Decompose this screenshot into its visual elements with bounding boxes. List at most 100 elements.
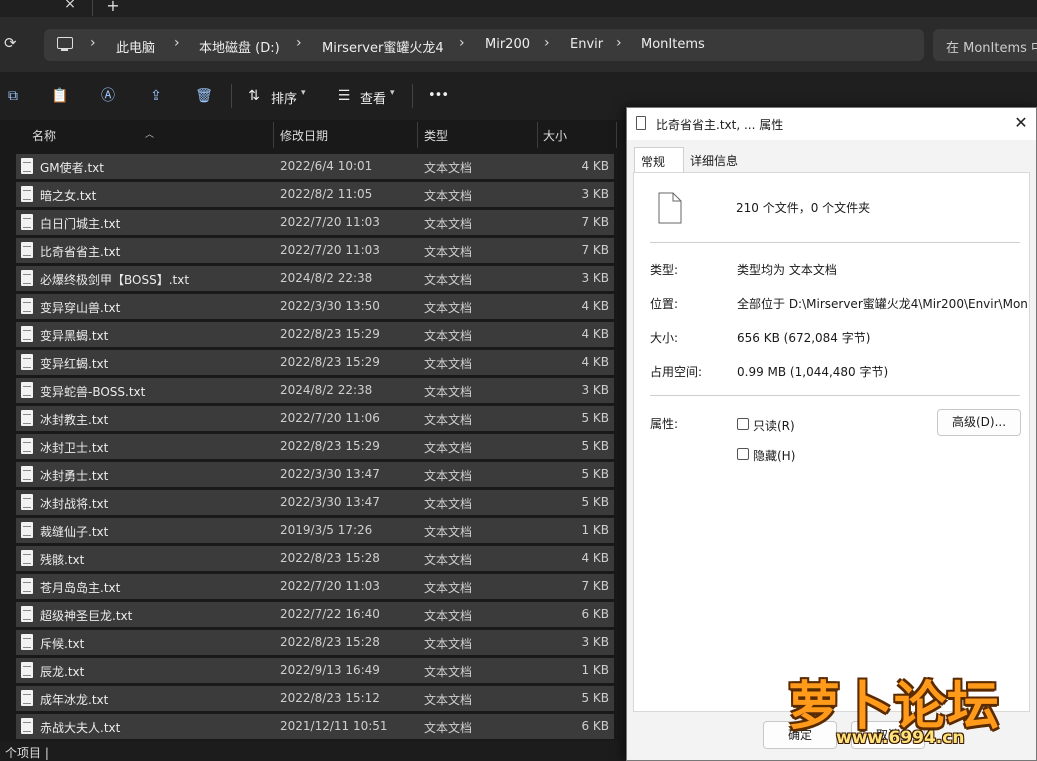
watermark-url: www.6994.cn [836, 728, 965, 748]
file-type: 文本文档 [424, 469, 473, 483]
file-row[interactable]: 冰封教主.txt 2022/7/20 11:06 文本文档 5 KB [16, 406, 614, 431]
file-row[interactable]: 赤战大夫人.txt 2021/12/11 10:51 文本文档 6 KB [16, 714, 614, 739]
chevron-right-icon[interactable]: › [616, 35, 622, 51]
file-date: 2021/12/11 10:51 [280, 719, 388, 733]
column-divider[interactable] [417, 122, 418, 148]
file-name: 苍月岛岛主.txt [40, 581, 121, 595]
file-row[interactable]: 冰封卫士.txt 2022/8/23 15:29 文本文档 5 KB [16, 434, 614, 459]
file-row[interactable]: 变异蛇兽-BOSS.txt 2024/8/2 22:38 文本文档 3 KB [16, 378, 614, 403]
file-row[interactable]: 冰封勇士.txt 2022/3/30 13:47 文本文档 5 KB [16, 462, 614, 487]
file-size: 3 KB [581, 271, 609, 285]
file-row[interactable]: 斥候.txt 2022/8/23 15:28 文本文档 3 KB [16, 630, 614, 655]
refresh-icon[interactable]: ⟳ [4, 34, 22, 54]
address-row: ⟳ › 此电脑 › 本地磁盘 (D:) › Mirserver蜜罐火龙4 › M… [0, 17, 1037, 72]
text-file-icon [21, 606, 33, 622]
column-header-type[interactable]: 类型 [424, 127, 448, 144]
chevron-right-icon[interactable]: › [459, 35, 465, 51]
file-row[interactable]: 暗之女.txt 2022/8/2 11:05 文本文档 3 KB [16, 182, 614, 207]
file-type: 文本文档 [424, 161, 473, 175]
file-row[interactable]: 成年冰龙.txt 2022/8/23 15:12 文本文档 5 KB [16, 686, 614, 711]
file-row[interactable]: 比奇省省主.txt 2022/7/20 11:03 文本文档 7 KB [16, 238, 614, 263]
file-row[interactable]: 超级神圣巨龙.txt 2022/7/22 16:40 文本文档 6 KB [16, 602, 614, 627]
file-size: 4 KB [581, 159, 609, 173]
sort-icon[interactable]: ⇅ [245, 87, 263, 105]
file-name: 白日门城主.txt [40, 217, 121, 231]
breadcrumb-this-pc[interactable]: 此电脑 [116, 37, 155, 56]
copy-icon[interactable]: ⧉ [4, 87, 22, 105]
chevron-right-icon[interactable]: › [174, 35, 180, 51]
tab-details[interactable]: 详细信息 [684, 147, 746, 173]
close-icon[interactable]: ✕ [1010, 112, 1032, 134]
column-divider[interactable] [537, 122, 538, 148]
file-name: 变异黑蝎.txt [40, 329, 109, 343]
chevron-right-icon[interactable]: › [90, 35, 96, 51]
dialog-titlebar[interactable]: 比奇省省主.txt, ... 属性 ✕ [627, 108, 1036, 140]
file-row[interactable]: 残骸.txt 2022/8/23 15:28 文本文档 4 KB [16, 546, 614, 571]
new-tab-icon[interactable]: + [104, 0, 122, 15]
file-row[interactable]: 变异黑蝎.txt 2022/8/23 15:29 文本文档 4 KB [16, 322, 614, 347]
text-file-icon [21, 690, 33, 706]
column-header-date[interactable]: 修改日期 [280, 127, 328, 144]
file-size: 3 KB [581, 383, 609, 397]
file-row[interactable]: 冰封战将.txt 2022/3/30 13:47 文本文档 5 KB [16, 490, 614, 515]
location-value: 全部位于 D:\Mirserver蜜罐火龙4\Mir200\Envir\MonI… [737, 297, 1027, 311]
paste-icon[interactable]: 📋 [51, 87, 69, 105]
hidden-label[interactable]: 隐藏(H) [753, 447, 795, 464]
delete-icon[interactable]: 🗑 [195, 87, 213, 105]
advanced-button[interactable]: 高级(D)... [937, 409, 1021, 436]
file-name: GM使者.txt [40, 161, 104, 175]
file-size: 1 KB [581, 523, 609, 537]
breadcrumb-envir[interactable]: Envir [570, 37, 603, 52]
file-row[interactable]: 白日门城主.txt 2022/7/20 11:03 文本文档 7 KB [16, 210, 614, 235]
breadcrumb-monitems[interactable]: MonItems [641, 37, 705, 52]
file-row[interactable]: 苍月岛岛主.txt 2022/7/20 11:03 文本文档 7 KB [16, 574, 614, 599]
hidden-checkbox[interactable] [737, 448, 749, 460]
close-tab-icon[interactable]: × [60, 0, 80, 14]
share-icon[interactable]: ⇪ [147, 87, 165, 105]
breadcrumb-drive-d[interactable]: 本地磁盘 (D:) [199, 37, 280, 56]
readonly-label[interactable]: 只读(R) [753, 417, 795, 434]
column-header-size[interactable]: 大小 [543, 127, 567, 144]
breadcrumb-mirserver[interactable]: Mirserver蜜罐火龙4 [322, 37, 444, 56]
file-row[interactable]: 必爆终极剑甲【BOSS】.txt 2024/8/2 22:38 文本文档 3 KB [16, 266, 614, 291]
file-row[interactable]: 变异红蝎.txt 2022/8/23 15:29 文本文档 4 KB [16, 350, 614, 375]
chevron-right-icon[interactable]: › [544, 35, 550, 51]
search-input[interactable]: 在 MonItems 中 [933, 29, 1037, 61]
file-row[interactable]: 裁缝仙子.txt 2019/3/5 17:26 文本文档 1 KB [16, 518, 614, 543]
column-divider[interactable] [273, 122, 274, 148]
site-watermark-logo: 萝卜论坛 www.6994.cn [788, 660, 1028, 758]
readonly-checkbox[interactable] [737, 418, 749, 430]
chevron-down-icon[interactable]: ▾ [390, 88, 395, 98]
chevron-down-icon[interactable]: ▾ [301, 88, 306, 98]
this-pc-icon[interactable] [57, 37, 73, 51]
breadcrumb-mir200[interactable]: Mir200 [485, 37, 530, 52]
item-count: 个项目 | [5, 746, 49, 760]
more-options-button[interactable]: ••• [428, 88, 449, 103]
divider [650, 242, 1020, 243]
view-icon[interactable]: ☰ [335, 87, 353, 105]
file-date: 2022/6/4 10:01 [280, 159, 373, 173]
column-divider[interactable] [616, 122, 617, 148]
multiple-documents-icon [658, 192, 682, 224]
file-row[interactable]: 变异穿山兽.txt 2022/3/30 13:50 文本文档 4 KB [16, 294, 614, 319]
file-row[interactable]: 辰龙.txt 2022/9/13 16:49 文本文档 1 KB [16, 658, 614, 683]
text-file-icon [21, 494, 33, 510]
file-date: 2022/7/20 11:03 [280, 579, 380, 593]
text-file-icon [21, 578, 33, 594]
file-date: 2022/8/2 11:05 [280, 187, 373, 201]
file-type: 文本文档 [424, 525, 473, 539]
chevron-right-icon[interactable]: › [296, 35, 302, 51]
rename-icon[interactable]: Ⓐ [99, 87, 117, 105]
tab-general[interactable]: 常规 [634, 147, 684, 173]
address-bar[interactable]: › 此电脑 › 本地磁盘 (D:) › Mirserver蜜罐火龙4 › Mir… [44, 29, 924, 61]
file-name: 必爆终极剑甲【BOSS】.txt [40, 273, 190, 287]
file-size: 5 KB [581, 495, 609, 509]
column-header-name[interactable]: 名称 [32, 127, 56, 144]
file-row[interactable]: GM使者.txt 2022/6/4 10:01 文本文档 4 KB [16, 154, 614, 179]
file-date: 2022/7/20 11:03 [280, 243, 380, 257]
sort-button[interactable]: 排序 [271, 88, 297, 107]
file-type: 文本文档 [424, 385, 473, 399]
file-name: 冰封战将.txt [40, 497, 109, 511]
file-size: 5 KB [581, 411, 609, 425]
view-button[interactable]: 查看 [360, 88, 386, 107]
